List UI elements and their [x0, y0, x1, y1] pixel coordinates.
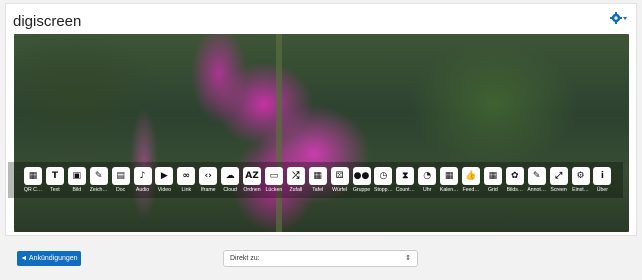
page-title: digiscreen — [13, 13, 82, 30]
iframe-icon: ‹› — [199, 167, 218, 185]
draw-icon: ✎ — [89, 167, 108, 185]
tool-annotation[interactable]: ✎ Annot… — [526, 167, 548, 193]
tool-calendar[interactable]: ▦ Kalen… — [438, 167, 460, 193]
tool-label: Kalen… — [439, 187, 459, 193]
tool-label: Audio — [135, 187, 150, 193]
countdown-icon: ⧗ — [396, 167, 415, 185]
tool-image[interactable]: ▣ Bild — [66, 167, 88, 193]
tool-clock[interactable]: ◔ Uhr — [416, 167, 438, 193]
calendar-icon: ▦ — [440, 167, 459, 185]
tool-label: Gruppe — [352, 187, 371, 193]
tool-label: Feed… — [462, 187, 480, 193]
tool-text[interactable]: T Text — [44, 167, 66, 193]
annotation-icon: ✎ — [527, 167, 546, 185]
tool-cloud[interactable]: ☁ Cloud — [219, 167, 241, 193]
info-icon: i — [593, 167, 612, 185]
tool-grid[interactable]: ▦ Grid — [482, 167, 504, 193]
grid-icon: ▦ — [483, 167, 502, 185]
tool-label: Screen — [550, 187, 567, 193]
document-icon: ▤ — [111, 167, 130, 185]
audio-icon: ♪ — [133, 167, 152, 185]
tool-label: Über — [596, 187, 609, 193]
fullscreen-icon: ⤢ — [549, 167, 568, 185]
tool-audio[interactable]: ♪ Audio — [132, 167, 154, 193]
video-icon: ▶ — [155, 167, 174, 185]
tool-label: Einst… — [572, 187, 589, 193]
clock-icon: ◔ — [418, 167, 437, 185]
jump-to-value: Direkt zu: — [230, 255, 260, 262]
tool-iframe[interactable]: ‹› Iframe — [197, 167, 219, 193]
tool-label: Lücken — [265, 187, 283, 193]
tool-label: Bild — [72, 187, 82, 193]
shuffle-icon: ⤮ — [286, 167, 305, 185]
gaps-icon: ▭ — [264, 167, 283, 185]
tool-background[interactable]: ✿ Bilds… — [504, 167, 526, 193]
caret-updown-icon: ⇕ — [405, 255, 411, 262]
tool-label: Zeich… — [89, 187, 108, 193]
tool-board[interactable]: ▦ Tafel — [307, 167, 329, 193]
tool-gaps[interactable]: ▭ Lücken — [263, 167, 285, 193]
stopwatch-icon: ◷ — [374, 167, 393, 185]
background-image — [276, 34, 282, 232]
group-icon: ●● — [352, 167, 371, 185]
activity-card: digiscreen — [5, 3, 637, 236]
dice-icon: ⚄ — [330, 167, 349, 185]
tool-label: Doc — [115, 187, 126, 193]
feedback-icon: 👍 — [462, 167, 480, 185]
tool-sort[interactable]: AZ Ordnen — [241, 167, 263, 193]
page: digiscreen ▦ QR C… T Text ▣ Bild ✎ Zeich… ▤ Doc ♪ A… — [0, 0, 642, 280]
qr-icon: ▦ — [24, 167, 42, 185]
text-icon: T — [45, 167, 64, 185]
tool-label: QR C… — [23, 187, 43, 193]
tool-dice[interactable]: ⚄ Würfel — [329, 167, 351, 193]
tool-shuffle[interactable]: ⤮ Zufall — [285, 167, 307, 193]
tool-link[interactable]: ∞ Link — [175, 167, 197, 193]
gear-icon[interactable] — [610, 11, 628, 25]
tool-video[interactable]: ▶ Video — [153, 167, 175, 193]
tool-countdown[interactable]: ⧗ Count… — [394, 167, 416, 193]
link-icon: ∞ — [177, 167, 196, 185]
tool-label: Würfel — [332, 187, 348, 193]
tool-label: Ordnen — [243, 187, 261, 193]
jump-to-select[interactable]: Direkt zu: ⇕ — [223, 250, 418, 267]
tool-draw[interactable]: ✎ Zeich… — [88, 167, 110, 193]
tool-settings[interactable]: ⚙ Einst… — [570, 167, 592, 193]
tool-label: Stopp… — [374, 187, 393, 193]
tool-label: Bilds… — [506, 187, 524, 193]
tool-feedback[interactable]: 👍 Feed… — [460, 167, 482, 193]
background-icon: ✿ — [505, 167, 524, 185]
image-icon: ▣ — [67, 167, 86, 185]
announcements-button[interactable]: ◄ Ankündigungen — [17, 251, 81, 266]
digiscreen-canvas[interactable] — [14, 34, 629, 232]
cloud-icon: ☁ — [221, 167, 240, 185]
tool-label: Cloud — [223, 187, 237, 193]
tool-label: Iframe — [200, 187, 216, 193]
board-icon: ▦ — [308, 167, 327, 185]
tool-label: Zufall — [289, 187, 303, 193]
settings-icon: ⚙ — [571, 167, 590, 185]
tool-fullscreen[interactable]: ⤢ Screen — [548, 167, 570, 193]
tool-label: Grid — [487, 187, 498, 193]
tool-info[interactable]: i Über — [591, 167, 613, 193]
tool-document[interactable]: ▤ Doc — [110, 167, 132, 193]
tool-stopwatch[interactable]: ◷ Stopp… — [372, 167, 394, 193]
tool-label: Tafel — [312, 187, 324, 193]
tool-label: Uhr — [423, 187, 432, 193]
tool-label: Link — [181, 187, 192, 193]
tool-label: Video — [157, 187, 171, 193]
tool-group[interactable]: ●● Gruppe — [351, 167, 373, 193]
sort-icon: AZ — [243, 167, 261, 185]
tool-qr[interactable]: ▦ QR C… — [22, 167, 44, 193]
tool-label: Count… — [395, 187, 415, 193]
tool-label: Text — [50, 187, 60, 193]
tool-label: Annot… — [527, 187, 547, 193]
